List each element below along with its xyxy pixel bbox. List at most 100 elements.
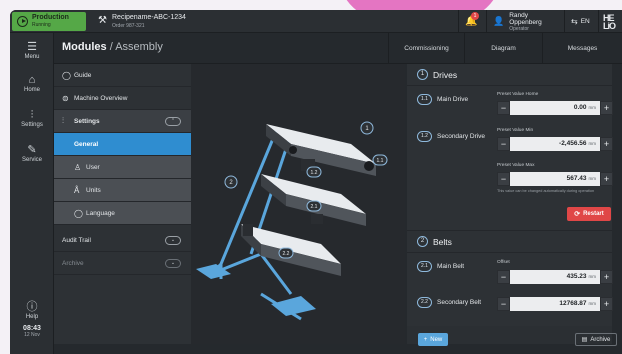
preset-home-input[interactable]: 0.00 mm xyxy=(510,101,600,115)
nav-label-archive: Archive xyxy=(62,259,84,267)
sidebar-item-service[interactable]: ✎ Service xyxy=(10,144,54,163)
top-bar: Production Running ⚒ Recipename-ABC-1234… xyxy=(10,10,622,33)
sidebar-item-settings[interactable]: ⫶ Settings xyxy=(10,109,54,128)
decrement-button[interactable]: − xyxy=(497,270,510,284)
recipe-name: Recipename-ABC-1234 xyxy=(112,14,186,21)
decrement-button[interactable]: − xyxy=(497,137,510,151)
offset-label: Offset xyxy=(497,260,510,265)
decrement-button[interactable]: − xyxy=(497,172,510,186)
units-icon: Å xyxy=(74,185,80,195)
increment-button[interactable]: + xyxy=(600,137,613,151)
page-title-main: Modules xyxy=(62,41,107,53)
callout-1-1: 1.1 xyxy=(377,158,384,164)
language-button[interactable]: ⇆ EN xyxy=(564,10,598,33)
preset-max-label: Preset Value Max xyxy=(497,163,535,168)
preset-max-value: 567.43 xyxy=(566,175,587,182)
play-icon xyxy=(17,16,28,27)
preset-max-hint: This value can be changed automatically … xyxy=(497,189,595,193)
logo-text: HE LiO xyxy=(603,12,616,31)
production-status[interactable]: Production Running xyxy=(12,12,86,31)
offset-stepper: − 435.23 mm + xyxy=(497,270,613,284)
unit-label: mm xyxy=(588,176,597,181)
header-tabs: Commissioning Diagram Messages xyxy=(388,33,622,64)
chevron-down-icon[interactable]: ⌄ xyxy=(165,236,181,245)
status-state: Running xyxy=(32,22,51,28)
module-nav: ◯ Guide ⊜ Machine Overview ⫶ Settings ⌃ … xyxy=(54,64,191,344)
main-belt-text: Main Belt xyxy=(437,263,465,270)
clock-time: 08:43 xyxy=(23,325,41,332)
translate-icon: ⇆ xyxy=(571,17,578,26)
increment-button[interactable]: + xyxy=(600,101,613,115)
item-number: 2.2 xyxy=(417,297,432,308)
logo: HE LiO xyxy=(598,10,622,33)
archive-button[interactable]: ▤ Archive xyxy=(575,333,617,346)
preset-max-stepper: − 567.43 mm + xyxy=(497,172,613,186)
callout-2-1: 2.1 xyxy=(311,204,318,210)
nav-label-user: User xyxy=(86,163,100,171)
preset-min-label: Preset Value Min xyxy=(497,128,534,133)
preset-min-input[interactable]: -2,456.56 mm xyxy=(510,137,600,151)
nav-item-settings[interactable]: ⫶ Settings ⌃ xyxy=(54,110,191,133)
sidebar-item-help[interactable]: ⓘ Help xyxy=(10,301,54,320)
parameters-panel: 1 Drives 1.1 Main Drive Preset Value Hom… xyxy=(407,64,613,344)
sidebar-item-home[interactable]: ⌂ Home xyxy=(10,74,54,93)
page-title: Modules / Assembly xyxy=(62,41,163,53)
nav-item-machine-overview[interactable]: ⊜ Machine Overview xyxy=(54,87,191,110)
clock: 08:43 12 Nov xyxy=(10,325,54,338)
nav-item-units[interactable]: Å Units xyxy=(54,179,191,202)
section-title: Belts xyxy=(433,236,452,247)
preset-max-input[interactable]: 567.43 mm xyxy=(510,172,600,186)
nav-label-guide: Guide xyxy=(74,71,92,79)
main-belt-label: 2.1 Main Belt xyxy=(417,261,464,272)
nav-item-guide[interactable]: ◯ Guide xyxy=(54,64,191,87)
machine-3d-viewer[interactable]: 1 1.1 1.2 2 2.1 2.2 xyxy=(191,64,405,344)
preset-min-stepper: − -2,456.56 mm + xyxy=(497,137,613,151)
nav-label-language: Language xyxy=(86,209,115,217)
nav-item-general[interactable]: General xyxy=(54,133,191,156)
section-number: 1 xyxy=(417,69,428,80)
unit-label: mm xyxy=(588,274,597,279)
chevron-down-icon[interactable]: ⌄ xyxy=(165,259,181,268)
decrement-button[interactable]: − xyxy=(497,297,510,311)
nav-item-user[interactable]: ♙ User xyxy=(54,156,191,179)
nav-item-language[interactable]: ◯ Language xyxy=(54,202,191,225)
nav-item-audit-trail[interactable]: Audit Trail ⌄ xyxy=(54,229,191,252)
sidebar-label-settings: Settings xyxy=(21,122,43,128)
sidebar-label-home: Home xyxy=(23,87,40,93)
chevron-up-icon[interactable]: ⌃ xyxy=(165,117,181,126)
nav-item-archive[interactable]: Archive ⌄ xyxy=(54,252,191,275)
user-menu[interactable]: 👤 Randy Oppenberg Operator xyxy=(486,10,564,33)
unit-label: mm xyxy=(588,105,597,110)
language-code: EN xyxy=(580,18,590,25)
increment-button[interactable]: + xyxy=(600,172,613,186)
tab-diagram[interactable]: Diagram xyxy=(464,33,542,64)
archive-icon: ▤ xyxy=(581,337,588,343)
callout-1-2: 1.2 xyxy=(311,170,318,176)
user-name: Randy Oppenberg xyxy=(509,11,542,26)
page-title-sub: / Assembly xyxy=(109,41,163,53)
item-number: 1.2 xyxy=(417,131,432,142)
sidebar: ☰ Menu ⌂ Home ⫶ Settings ✎ Service ⓘ Hel… xyxy=(10,33,54,354)
secondary-belt-text: Secondary Belt xyxy=(437,299,482,306)
user-role: Operator xyxy=(509,25,529,32)
sidebar-item-menu[interactable]: ☰ Menu xyxy=(10,41,54,60)
tab-commissioning[interactable]: Commissioning xyxy=(388,33,464,64)
preset-home-value: 0.00 xyxy=(573,104,587,111)
offset-input[interactable]: 435.23 mm xyxy=(510,270,600,284)
sidebar-label-service: Service xyxy=(21,157,42,163)
increment-button[interactable]: + xyxy=(600,297,613,311)
sliders-icon: ⫶ xyxy=(62,116,64,125)
restart-button[interactable]: ⟳ Restart xyxy=(567,207,611,221)
refresh-icon: ⟳ xyxy=(574,211,581,218)
secondary-belt-label: 2.2 Secondary Belt xyxy=(417,297,481,308)
section-belts-header: 2 Belts xyxy=(407,231,612,253)
tab-messages[interactable]: Messages xyxy=(542,33,622,64)
new-button[interactable]: + New xyxy=(418,333,448,346)
increment-button[interactable]: + xyxy=(600,270,613,284)
sliders-icon: ⫶ xyxy=(30,109,34,121)
archive-label: Archive xyxy=(590,336,611,343)
decrement-button[interactable]: − xyxy=(497,101,510,115)
notifications-button[interactable]: 🔔 1 xyxy=(458,10,486,33)
secondary-belt-input[interactable]: 12768.87 mm xyxy=(510,297,600,311)
new-label: New xyxy=(430,336,443,343)
